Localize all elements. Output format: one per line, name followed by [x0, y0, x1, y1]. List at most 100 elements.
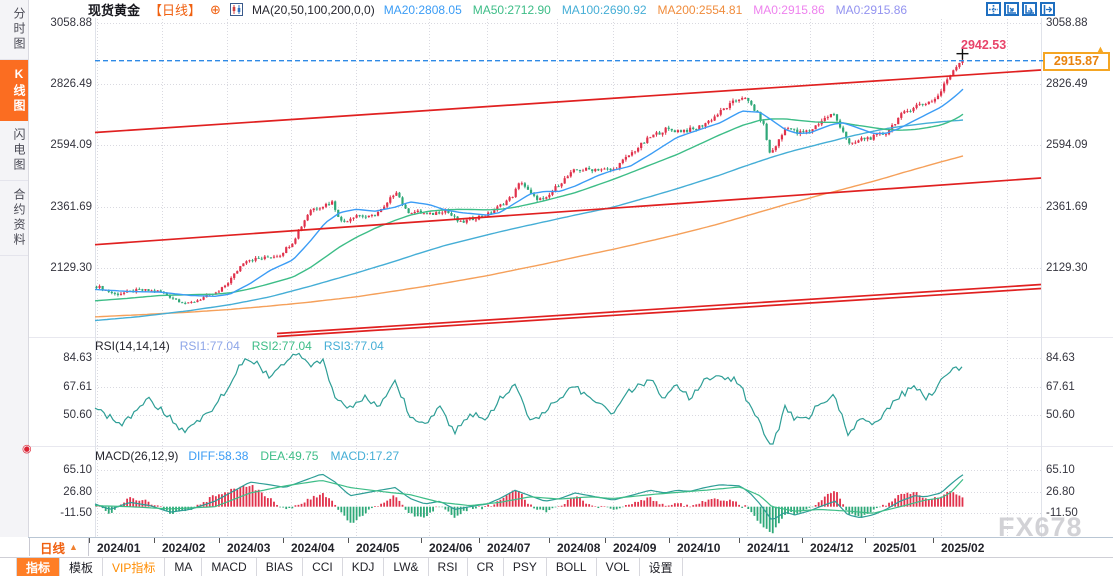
macd-value-0: DIFF:58.38: [188, 449, 248, 463]
toolbar-tab-CR[interactable]: CR: [468, 558, 504, 576]
sidebar-tab-2[interactable]: 闪电图: [0, 121, 28, 181]
ma-value-0: MA20:2808.05: [384, 3, 462, 17]
axis-label: 3058.88: [34, 17, 92, 30]
toolbar-tab-VOL[interactable]: VOL: [597, 558, 640, 576]
rsi-value-0: RSI1:77.04: [180, 339, 240, 353]
pan-right-icon[interactable]: [1040, 2, 1055, 16]
chevron-up-icon: ▲: [69, 542, 78, 552]
price-up-arrow: ▲: [1095, 44, 1106, 56]
trading-app: 分时图K线图闪电图合约资料 现货黄金 【日线】 ⊕ MA(20,50,100,2…: [0, 0, 1113, 576]
date-label: 2024/08: [557, 541, 600, 555]
ma-value-2: MA100:2690.92: [562, 3, 647, 17]
macd-value-1: DEA:49.75: [260, 449, 318, 463]
toolbar-spacer: [0, 558, 17, 576]
axis-label: 2826.49: [1046, 78, 1088, 91]
rsi-title: RSI(14,14,14): [95, 339, 170, 353]
left-tab-strip: 分时图K线图闪电图合约资料: [0, 0, 29, 537]
date-tick: [89, 538, 90, 543]
ma-value-4: MA0:2915.86: [753, 3, 824, 17]
ma-value-5: MA0:2915.86: [836, 3, 907, 17]
toolbar-tab-VIP指标[interactable]: VIP指标: [103, 558, 165, 576]
date-label: 2025/01: [873, 541, 916, 555]
ma-value-1: MA50:2712.90: [473, 3, 551, 17]
date-label: 2024/06: [429, 541, 472, 555]
sidebar-tab-3[interactable]: 合约资料: [0, 181, 28, 256]
date-label: 2025/02: [941, 541, 984, 555]
symbol-name: 现货黄金: [88, 0, 140, 19]
axis-fit-icon[interactable]: [1004, 2, 1019, 16]
rsi-values: RSI1:77.04RSI2:77.04RSI3:77.04: [180, 339, 384, 353]
toolbar-tab-RSI[interactable]: RSI: [429, 558, 468, 576]
rsi-value-2: RSI3:77.04: [324, 339, 384, 353]
high-price-label: 2942.53: [961, 38, 1006, 52]
date-tick: [219, 538, 220, 543]
axis-label: 84.63: [1046, 352, 1075, 365]
sidebar-tab-0[interactable]: 分时图: [0, 0, 28, 60]
axis-label: 3058.88: [1046, 17, 1088, 30]
axis-label: 65.10: [34, 464, 92, 477]
date-tick: [479, 538, 480, 543]
axis-label: 2826.49: [34, 78, 92, 91]
date-tick: [739, 538, 740, 543]
macd-header: MACD(26,12,9) DIFF:58.38DEA:49.75MACD:17…: [95, 449, 399, 463]
toolbar-tab-模板[interactable]: 模板: [60, 558, 103, 576]
axis-label: 50.60: [34, 409, 92, 422]
date-tick: [549, 538, 550, 543]
macd-value-2: MACD:17.27: [330, 449, 399, 463]
indicator-settings-icon[interactable]: ◉: [22, 442, 32, 455]
date-tick: [348, 538, 349, 543]
axis-label: -11.50: [34, 507, 92, 520]
kline-icon: [230, 3, 243, 16]
axis-label: 2361.69: [34, 201, 92, 214]
chart-window-icons: [986, 2, 1055, 16]
axis-label: -11.50: [1046, 507, 1078, 520]
date-tick: [154, 538, 155, 543]
date-label: 2024/10: [677, 541, 720, 555]
indicator-toolbar: 指标模板VIP指标MAMACDBIASCCIKDJLW&RSICRPSYBOLL…: [0, 558, 1113, 576]
toolbar-tab-MACD[interactable]: MACD: [202, 558, 256, 576]
chart-canvas[interactable]: [0, 0, 1113, 557]
date-tick: [283, 538, 284, 543]
toolbar-tab-MA[interactable]: MA: [165, 558, 202, 576]
toolbar-tab-CCI[interactable]: CCI: [303, 558, 343, 576]
date-tick: [605, 538, 606, 543]
axis-label: 2594.09: [1046, 139, 1088, 152]
axis-label: 26.80: [34, 486, 92, 499]
axis-label: 2594.09: [34, 139, 92, 152]
axis-label: 26.80: [1046, 486, 1075, 499]
toolbar-tab-LW&[interactable]: LW&: [384, 558, 428, 576]
axis-label: 84.63: [34, 352, 92, 365]
axis-label: 50.60: [1046, 409, 1075, 422]
date-tick: [933, 538, 934, 543]
toolbar-tab-KDJ[interactable]: KDJ: [343, 558, 385, 576]
axis-label: 65.10: [1046, 464, 1075, 477]
period-selector[interactable]: 日线 ▲: [29, 538, 89, 556]
axis-label: 67.61: [1046, 381, 1075, 394]
rsi-header: RSI(14,14,14) RSI1:77.04RSI2:77.04RSI3:7…: [95, 339, 384, 353]
toolbar-tab-设置[interactable]: 设置: [640, 558, 683, 576]
toolbar-tab-BIAS[interactable]: BIAS: [257, 558, 303, 576]
date-tick: [865, 538, 866, 543]
toolbar-tab-指标[interactable]: 指标: [17, 558, 60, 576]
date-label: 2024/09: [613, 541, 656, 555]
toolbar-tab-BOLL[interactable]: BOLL: [547, 558, 597, 576]
date-label: 2024/04: [291, 541, 334, 555]
axis-label: 2129.30: [1046, 262, 1088, 275]
date-tick: [802, 538, 803, 543]
toolbar-tab-PSY[interactable]: PSY: [504, 558, 547, 576]
period-selector-label: 日线: [40, 538, 65, 557]
crosshair-icon[interactable]: [986, 2, 1001, 16]
axis-label: 2361.69: [1046, 201, 1088, 214]
axis-scale-icon[interactable]: [1022, 2, 1037, 16]
chart-header: 现货黄金 【日线】 ⊕ MA(20,50,100,200,0,0) MA20:2…: [88, 1, 907, 18]
expand-icon[interactable]: ⊕: [210, 2, 221, 18]
date-label: 2024/05: [356, 541, 399, 555]
ma-settings-label: MA(20,50,100,200,0,0): [252, 3, 375, 17]
ma-values: MA20:2808.05 MA50:2712.90 MA100:2690.92 MA2…: [384, 3, 907, 17]
sidebar-tab-1[interactable]: K线图: [0, 60, 28, 121]
date-label: 2024/03: [227, 541, 270, 555]
date-label: 2024/11: [747, 541, 790, 555]
axis-label: 2129.30: [34, 262, 92, 275]
ma-value-3: MA200:2554.81: [658, 3, 743, 17]
date-label: 2024/12: [810, 541, 853, 555]
